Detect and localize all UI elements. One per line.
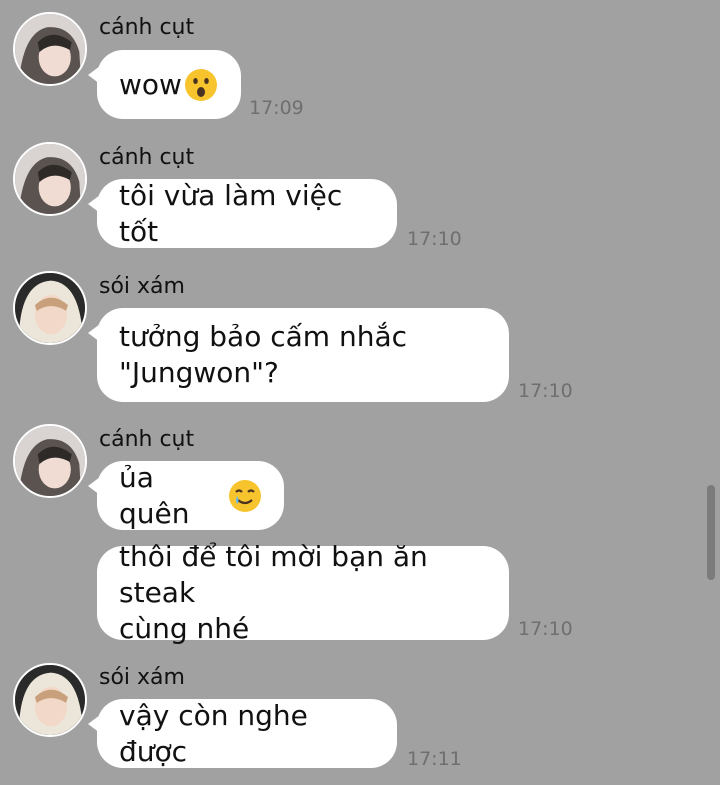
timestamp: 17:09: [249, 97, 304, 119]
message-text: tôi vừa làm việc tốt: [119, 178, 343, 248]
message-text: wow: [119, 67, 182, 101]
message-bubble[interactable]: tưởng bảo cấm nhắc "Jungwon"?: [88, 308, 509, 402]
message-text: tưởng bảo cấm nhắc "Jungwon"?: [119, 320, 408, 389]
message-bubble[interactable]: ủa quên: [88, 460, 284, 530]
avatar-soi-xam[interactable]: [13, 271, 87, 345]
avatar-photo-canh-cut: [15, 144, 85, 214]
timestamp: 17:10: [518, 618, 573, 640]
timestamp: 17:10: [518, 380, 573, 402]
avatar-photo-soi-xam: [15, 273, 85, 343]
avatar-photo-canh-cut: [15, 426, 85, 496]
avatar-photo-canh-cut: [15, 14, 85, 84]
message-bubble[interactable]: wow: [88, 50, 241, 119]
message-text: vậy còn nghe được: [119, 698, 308, 768]
message-bubble[interactable]: thôi để tôi mời bạn ăn steak cùng nhé: [97, 540, 509, 645]
avatar-canh-cut[interactable]: [13, 142, 87, 216]
sender-name: sói xám: [99, 274, 185, 299]
sender-name: cánh cụt: [99, 15, 195, 40]
message-text: ủa quên: [119, 460, 190, 530]
sender-name: cánh cụt: [99, 145, 195, 170]
avatar-canh-cut[interactable]: [13, 424, 87, 498]
avatar-soi-xam[interactable]: [13, 663, 87, 737]
avatar-photo-soi-xam: [15, 665, 85, 735]
astonished-face-icon: [184, 68, 218, 102]
message-text: thôi để tôi mời bạn ăn steak cùng nhé: [119, 540, 428, 645]
message-bubble[interactable]: tôi vừa làm việc tốt: [88, 178, 397, 248]
sender-name: cánh cụt: [99, 427, 195, 452]
timestamp: 17:10: [407, 228, 462, 250]
timestamp: 17:11: [407, 748, 462, 770]
avatar-canh-cut[interactable]: [13, 12, 87, 86]
sender-name: sói xám: [99, 665, 185, 690]
scrollbar[interactable]: [707, 485, 715, 580]
message-bubble[interactable]: vậy còn nghe được: [88, 698, 397, 768]
smiling-face-with-tear-icon: [228, 479, 262, 513]
